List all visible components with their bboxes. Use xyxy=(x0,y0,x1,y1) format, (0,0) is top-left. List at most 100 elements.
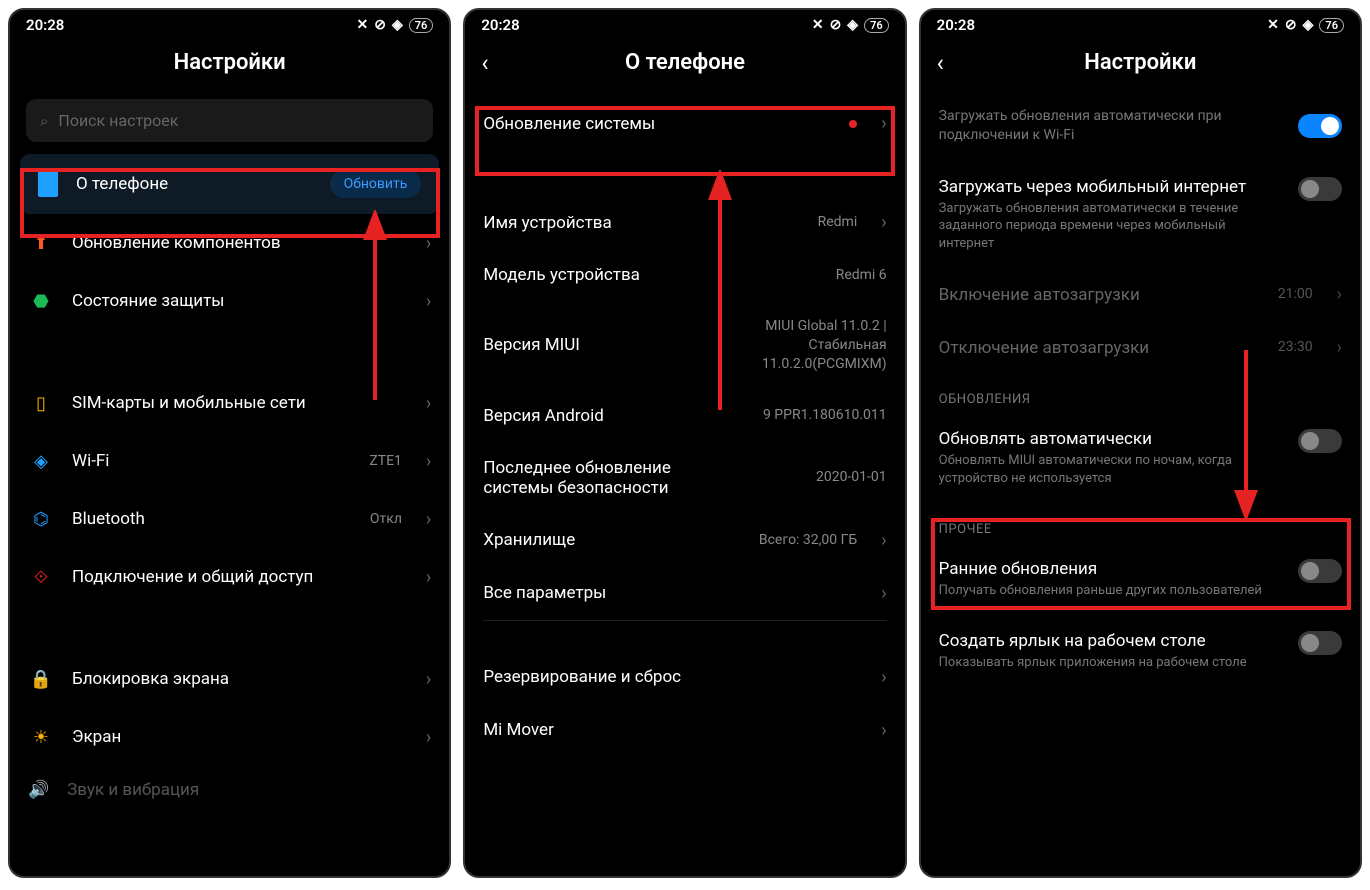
android-label: Версия Android xyxy=(483,406,745,426)
row-connection-share[interactable]: ⟐ Подключение и общий доступ › xyxy=(10,548,449,606)
share-label: Подключение и общий доступ xyxy=(72,567,402,587)
row-backup[interactable]: Резервирование и сброс › xyxy=(465,651,904,704)
update-settings-list: Загружать обновления автоматически при п… xyxy=(921,91,1360,876)
toggle-wifi-auto[interactable] xyxy=(1298,114,1342,138)
devname-value: Redmi xyxy=(818,213,858,232)
toggle-mobile[interactable] xyxy=(1298,177,1342,201)
chevron-right-icon: › xyxy=(881,113,886,134)
chevron-right-icon: › xyxy=(881,583,886,604)
brightness-icon: ☀ xyxy=(28,724,54,750)
page-title: Настройки xyxy=(26,50,433,75)
wifi-icon: ◈ xyxy=(847,17,858,33)
search-placeholder: Поиск настроек xyxy=(58,111,178,130)
dnd-icon: ⊘ xyxy=(830,17,842,33)
wifi-label: Wi-Fi xyxy=(72,451,351,471)
status-bar: 20:28 ✕ ⊘ ◈ 76 xyxy=(921,10,1360,40)
section-other: ПРОЧЕЕ xyxy=(921,504,1360,543)
row-device-name[interactable]: Имя устройства Redmi › xyxy=(465,196,904,249)
row-model[interactable]: Модель устройства Redmi 6 xyxy=(465,249,904,301)
wifi-icon: ◈ xyxy=(1303,17,1314,33)
row-display[interactable]: ☀ Экран › xyxy=(10,708,449,766)
phone-icon xyxy=(38,171,58,197)
chevron-right-icon: › xyxy=(426,393,431,414)
storage-value: Всего: 32,00 ГБ xyxy=(759,531,857,550)
security-label: Состояние защиты xyxy=(72,291,402,311)
sim-icon: ▯ xyxy=(28,390,54,416)
dnd-icon: ⊘ xyxy=(1285,17,1297,33)
chevron-right-icon: › xyxy=(426,509,431,530)
row-miui[interactable]: Версия MIUI MIUI Global 11.0.2 | Стабиль… xyxy=(465,301,904,390)
search-input[interactable]: ⌕ Поиск настроек xyxy=(26,99,433,142)
wifi-icon: ◈ xyxy=(28,448,54,474)
row-mobile-download[interactable]: Загружать через мобильный интернет Загру… xyxy=(921,161,1360,269)
arrow-up-icon: ⬆ xyxy=(28,230,54,256)
battery-badge: 76 xyxy=(409,18,434,33)
row-about-phone[interactable]: О телефоне Обновить xyxy=(20,154,439,214)
row-all-params[interactable]: Все параметры › xyxy=(465,567,904,620)
autoupd-label: Обновлять автоматически xyxy=(939,429,1280,449)
back-button[interactable]: ‹ xyxy=(937,49,944,77)
page-header: ‹ О телефоне xyxy=(465,40,904,91)
sound-label: Звук и вибрация xyxy=(67,780,199,800)
chevron-right-icon: › xyxy=(426,669,431,690)
autoupd-sub: Обновлять MIUI автоматически по ночам, к… xyxy=(939,452,1280,487)
row-shortcut[interactable]: Создать ярлык на рабочем столе Показыват… xyxy=(921,615,1360,688)
screen-settings: 20:28 ✕ ⊘ ◈ 76 Настройки ⌕ Поиск настрое… xyxy=(8,8,451,878)
dnd-icon: ⊘ xyxy=(374,17,386,33)
bt-label: Bluetooth xyxy=(72,509,352,529)
toggle-shortcut[interactable] xyxy=(1298,631,1342,655)
screen-update-settings: 20:28 ✕ ⊘ ◈ 76 ‹ Настройки Загружать обн… xyxy=(919,8,1362,878)
patch-label: Последнее обновление системы безопасност… xyxy=(483,458,713,498)
model-label: Модель устройства xyxy=(483,265,817,285)
shortcut-label: Создать ярлык на рабочем столе xyxy=(939,631,1280,651)
update-pill[interactable]: Обновить xyxy=(330,170,422,198)
chevron-right-icon: › xyxy=(881,530,886,551)
row-wifi-auto[interactable]: Загружать обновления автоматически при п… xyxy=(921,91,1360,161)
row-components-update[interactable]: ⬆ Обновление компонентов › xyxy=(10,214,449,272)
row-storage[interactable]: Хранилище Всего: 32,00 ГБ › xyxy=(465,514,904,567)
page-title: Настройки xyxy=(937,50,1344,75)
bluetooth-icon: ⌬ xyxy=(28,506,54,532)
display-label: Экран xyxy=(72,727,402,747)
page-header: Настройки xyxy=(10,40,449,91)
row-sim[interactable]: ▯ SIM-карты и мобильные сети › xyxy=(10,374,449,432)
model-value: Redmi 6 xyxy=(836,266,887,285)
row-wifi[interactable]: ◈ Wi-Fi ZTE1 › xyxy=(10,432,449,490)
row-auto-update[interactable]: Обновлять автоматически Обновлять MIUI а… xyxy=(921,413,1360,503)
toggle-early[interactable] xyxy=(1298,559,1342,583)
row-bluetooth[interactable]: ⌬ Bluetooth Откл › xyxy=(10,490,449,548)
row-lock-screen[interactable]: 🔒 Блокировка экрана › xyxy=(10,650,449,708)
mimover-label: Mi Mover xyxy=(483,720,857,740)
chevron-right-icon: › xyxy=(881,667,886,688)
components-label: Обновление компонентов xyxy=(72,233,402,253)
row-auto-on: Включение автозагрузки 21:00 › xyxy=(921,268,1360,321)
row-system-update[interactable]: Обновление системы › xyxy=(465,91,904,156)
chevron-right-icon: › xyxy=(1337,337,1342,358)
toggle-auto-update[interactable] xyxy=(1298,429,1342,453)
chevron-right-icon: › xyxy=(881,720,886,741)
clock: 20:28 xyxy=(937,16,975,34)
chevron-right-icon: › xyxy=(426,291,431,312)
share-icon: ⟐ xyxy=(28,564,54,590)
miui-value: MIUI Global 11.0.2 | Стабильная 11.0.2.0… xyxy=(717,317,887,374)
row-early-updates[interactable]: Ранние обновления Получать обновления ра… xyxy=(921,543,1360,616)
status-icons: ✕ ⊘ ◈ 76 xyxy=(1267,17,1344,33)
mobile-title: Загружать через мобильный интернет xyxy=(939,177,1280,197)
shortcut-sub: Показывать ярлык приложения на рабочем с… xyxy=(939,654,1280,672)
vibrate-icon: ✕ xyxy=(812,17,824,33)
row-android[interactable]: Версия Android 9 PPR1.180610.011 xyxy=(465,390,904,442)
back-button[interactable]: ‹ xyxy=(481,49,488,77)
auto-on-value: 21:00 xyxy=(1278,285,1313,304)
row-mimover[interactable]: Mi Mover › xyxy=(465,704,904,757)
row-security-patch[interactable]: Последнее обновление системы безопасност… xyxy=(465,442,904,514)
section-updates: ОБНОВЛЕНИЯ xyxy=(921,374,1360,413)
sim-label: SIM-карты и мобильные сети xyxy=(72,393,402,413)
page-title: О телефоне xyxy=(481,50,888,75)
lock-label: Блокировка экрана xyxy=(72,669,402,689)
status-bar: 20:28 ✕ ⊘ ◈ 76 xyxy=(465,10,904,40)
early-label: Ранние обновления xyxy=(939,559,1280,579)
auto-off-label: Отключение автозагрузки xyxy=(939,338,1260,358)
row-sound-cut[interactable]: 🔊 Звук и вибрация xyxy=(10,766,449,800)
battery-badge: 76 xyxy=(1319,18,1344,33)
row-security-status[interactable]: ⬣ Состояние защиты › xyxy=(10,272,449,330)
